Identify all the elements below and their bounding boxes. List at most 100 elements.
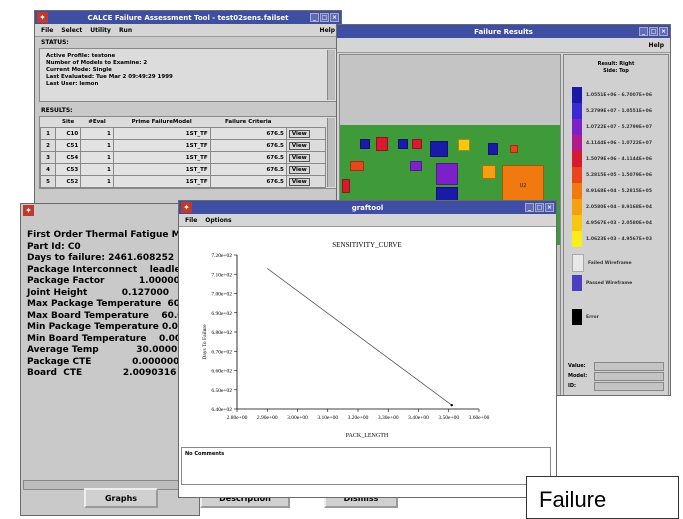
menu-file[interactable]: File: [185, 217, 197, 224]
x-tick-label: 2.90e+00: [257, 415, 278, 421]
calce-window: ✦ CALCE Failure Assessment Tool - test02…: [34, 10, 342, 215]
y-tick-label: 6.40e+02: [211, 407, 232, 413]
menu-help[interactable]: Help: [320, 27, 335, 34]
detail-titlebar[interactable]: ✦: [21, 204, 199, 217]
view-button[interactable]: View: [288, 129, 310, 138]
passed-wireframe-swatch: [572, 275, 582, 291]
detail-line: Package Interconnect leadle: [27, 264, 181, 275]
component: [376, 137, 388, 151]
component: [482, 165, 496, 179]
col-criteria: Failure Criteria: [225, 119, 272, 125]
graftool-titlebar[interactable]: ✦ graftool _ □ ×: [179, 201, 556, 214]
menu-file[interactable]: File: [41, 27, 53, 34]
maximize-icon[interactable]: □: [320, 13, 329, 22]
legend-item: 4.1144E+06 - 1.0722E+07: [572, 135, 652, 151]
y-tick-label: 6.50e+02: [211, 388, 232, 394]
failed-wireframe-swatch: [572, 254, 584, 272]
maximize-icon[interactable]: □: [535, 203, 544, 212]
status-scrollbar[interactable]: [327, 50, 335, 100]
col-model: Prime FailureModel: [131, 119, 192, 125]
y-tick-label: 6.70e+02: [211, 349, 232, 355]
status-evaluated: Last Evaluated: Tue Mar 2 09:49:29 1999: [46, 74, 173, 80]
detail-line: Package CTE 0.000000: [27, 356, 180, 367]
detail-line: Package Factor 1.00000: [27, 276, 180, 286]
legend-item: 1.0623E+03 - 4.9567E+03: [572, 231, 652, 247]
graftool-window: ✦ graftool _ □ × File Options SENSITIVITY_…: [178, 200, 557, 498]
app-icon: ✦: [37, 12, 48, 23]
y-tick-label: 7.10e+02: [211, 272, 232, 278]
detail-line: Max Package Temperature 60: [27, 299, 180, 309]
table-row[interactable]: 2 C51 1 1ST_TF 676.5 View: [40, 139, 327, 152]
x-tick-label: 3.10e+00: [317, 415, 338, 421]
component: [410, 161, 422, 171]
status-profile: Active Profile: testone: [46, 53, 116, 59]
x-tick-label: 2.80e+00: [227, 415, 248, 421]
status-label: STATUS:: [41, 39, 69, 46]
component: [488, 143, 498, 155]
menu-select[interactable]: Select: [61, 27, 82, 34]
failure-results-title: Failure Results: [474, 27, 533, 36]
minimize-icon[interactable]: _: [525, 203, 534, 212]
close-icon[interactable]: ×: [330, 13, 339, 22]
y-tick-label: 6.80e+02: [211, 330, 232, 336]
maximize-icon[interactable]: □: [649, 27, 658, 36]
col-site: Site: [62, 119, 75, 125]
chart-plot-area: 7.20e+02 7.10e+02 7.00e+02 6.90e+02 6.80e+02…: [211, 253, 489, 421]
table-row[interactable]: 3 C54 1 1ST_TF 676.5 View: [40, 151, 327, 164]
legend-item: 5.2815E+05 - 1.5079E+06: [572, 167, 652, 183]
menu-run[interactable]: Run: [119, 27, 132, 34]
legend-item: 1.0722E+07 - 5.2799E+07: [572, 119, 652, 135]
legend-item: 2.0580E+04 - 8.9168E+04: [572, 199, 652, 215]
view-button[interactable]: View: [288, 165, 310, 174]
failure-results-titlebar[interactable]: Failure Results _ □ ×: [337, 25, 670, 38]
model-field[interactable]: [594, 371, 664, 381]
close-icon[interactable]: ×: [659, 27, 668, 36]
legend-swatch: [572, 151, 582, 167]
legend-swatch: [572, 119, 582, 135]
view-button[interactable]: View: [288, 153, 310, 162]
results-scrollbar[interactable]: [327, 118, 335, 187]
table-row[interactable]: 4 C53 1 1ST_TF 676.5 View: [40, 163, 327, 176]
legend-item: Passed Wireframe: [572, 275, 632, 291]
detail-line: Part Id: C0: [27, 241, 81, 252]
component: [458, 139, 470, 151]
caption-box: Failure: [526, 476, 679, 519]
calce-titlebar[interactable]: ✦ CALCE Failure Assessment Tool - test02…: [35, 11, 341, 24]
component: [412, 139, 422, 149]
status-panel: Active Profile: testone Number of Models…: [39, 48, 337, 102]
menu-help[interactable]: Help: [649, 42, 664, 49]
view-button[interactable]: View: [288, 177, 310, 186]
component: [360, 139, 370, 149]
menu-options[interactable]: Options: [205, 217, 231, 224]
menu-utility[interactable]: Utility: [90, 27, 111, 34]
close-icon[interactable]: ×: [545, 203, 554, 212]
detail-line: Max Board Temperature 60.0: [27, 310, 184, 321]
calce-title: CALCE Failure Assessment Tool - test02se…: [87, 13, 289, 22]
x-tick-label: 3.20e+00: [348, 415, 369, 421]
table-row[interactable]: 1 C10 1 1ST_TF 676.5 View: [40, 127, 327, 140]
minimize-icon[interactable]: _: [310, 13, 319, 22]
legend-item: Failed Wireframe: [572, 254, 632, 272]
id-field[interactable]: [594, 381, 664, 391]
sensitivity-chart: SENSITIVITY_CURVE Days To Failure PACK_L…: [202, 241, 490, 439]
col-eval: #Eval: [88, 119, 106, 125]
model-label: Model:: [568, 373, 588, 379]
view-button[interactable]: View: [288, 141, 310, 150]
component: [510, 145, 518, 153]
legend-panel: Result: Right Side: Top 1.0551E+06 - 6.7…: [563, 54, 669, 395]
wireframe-legend: Failed Wireframe Passed Wireframe Error: [572, 254, 632, 325]
value-field[interactable]: [594, 361, 664, 371]
minimize-icon[interactable]: _: [639, 27, 648, 36]
failure-results-menubar: Help: [337, 38, 670, 53]
detail-line: Joint Height 0.127000: [27, 287, 170, 298]
graftool-menubar: File Options: [179, 214, 556, 227]
graphs-button[interactable]: Graphs: [84, 488, 158, 508]
comments-box[interactable]: No Comments: [181, 447, 551, 485]
table-row[interactable]: 5 C52 1 1ST_TF 676.5 View: [40, 175, 327, 188]
detail-line: Min Package Temperature 0.0: [27, 322, 178, 332]
legend-swatch: [572, 215, 582, 231]
y-tick-label: 6.90e+02: [211, 311, 232, 317]
results-label: RESULTS:: [41, 107, 73, 114]
y-tick-label: 7.20e+02: [211, 253, 232, 259]
x-tick-label: 3.50e+00: [438, 415, 459, 421]
